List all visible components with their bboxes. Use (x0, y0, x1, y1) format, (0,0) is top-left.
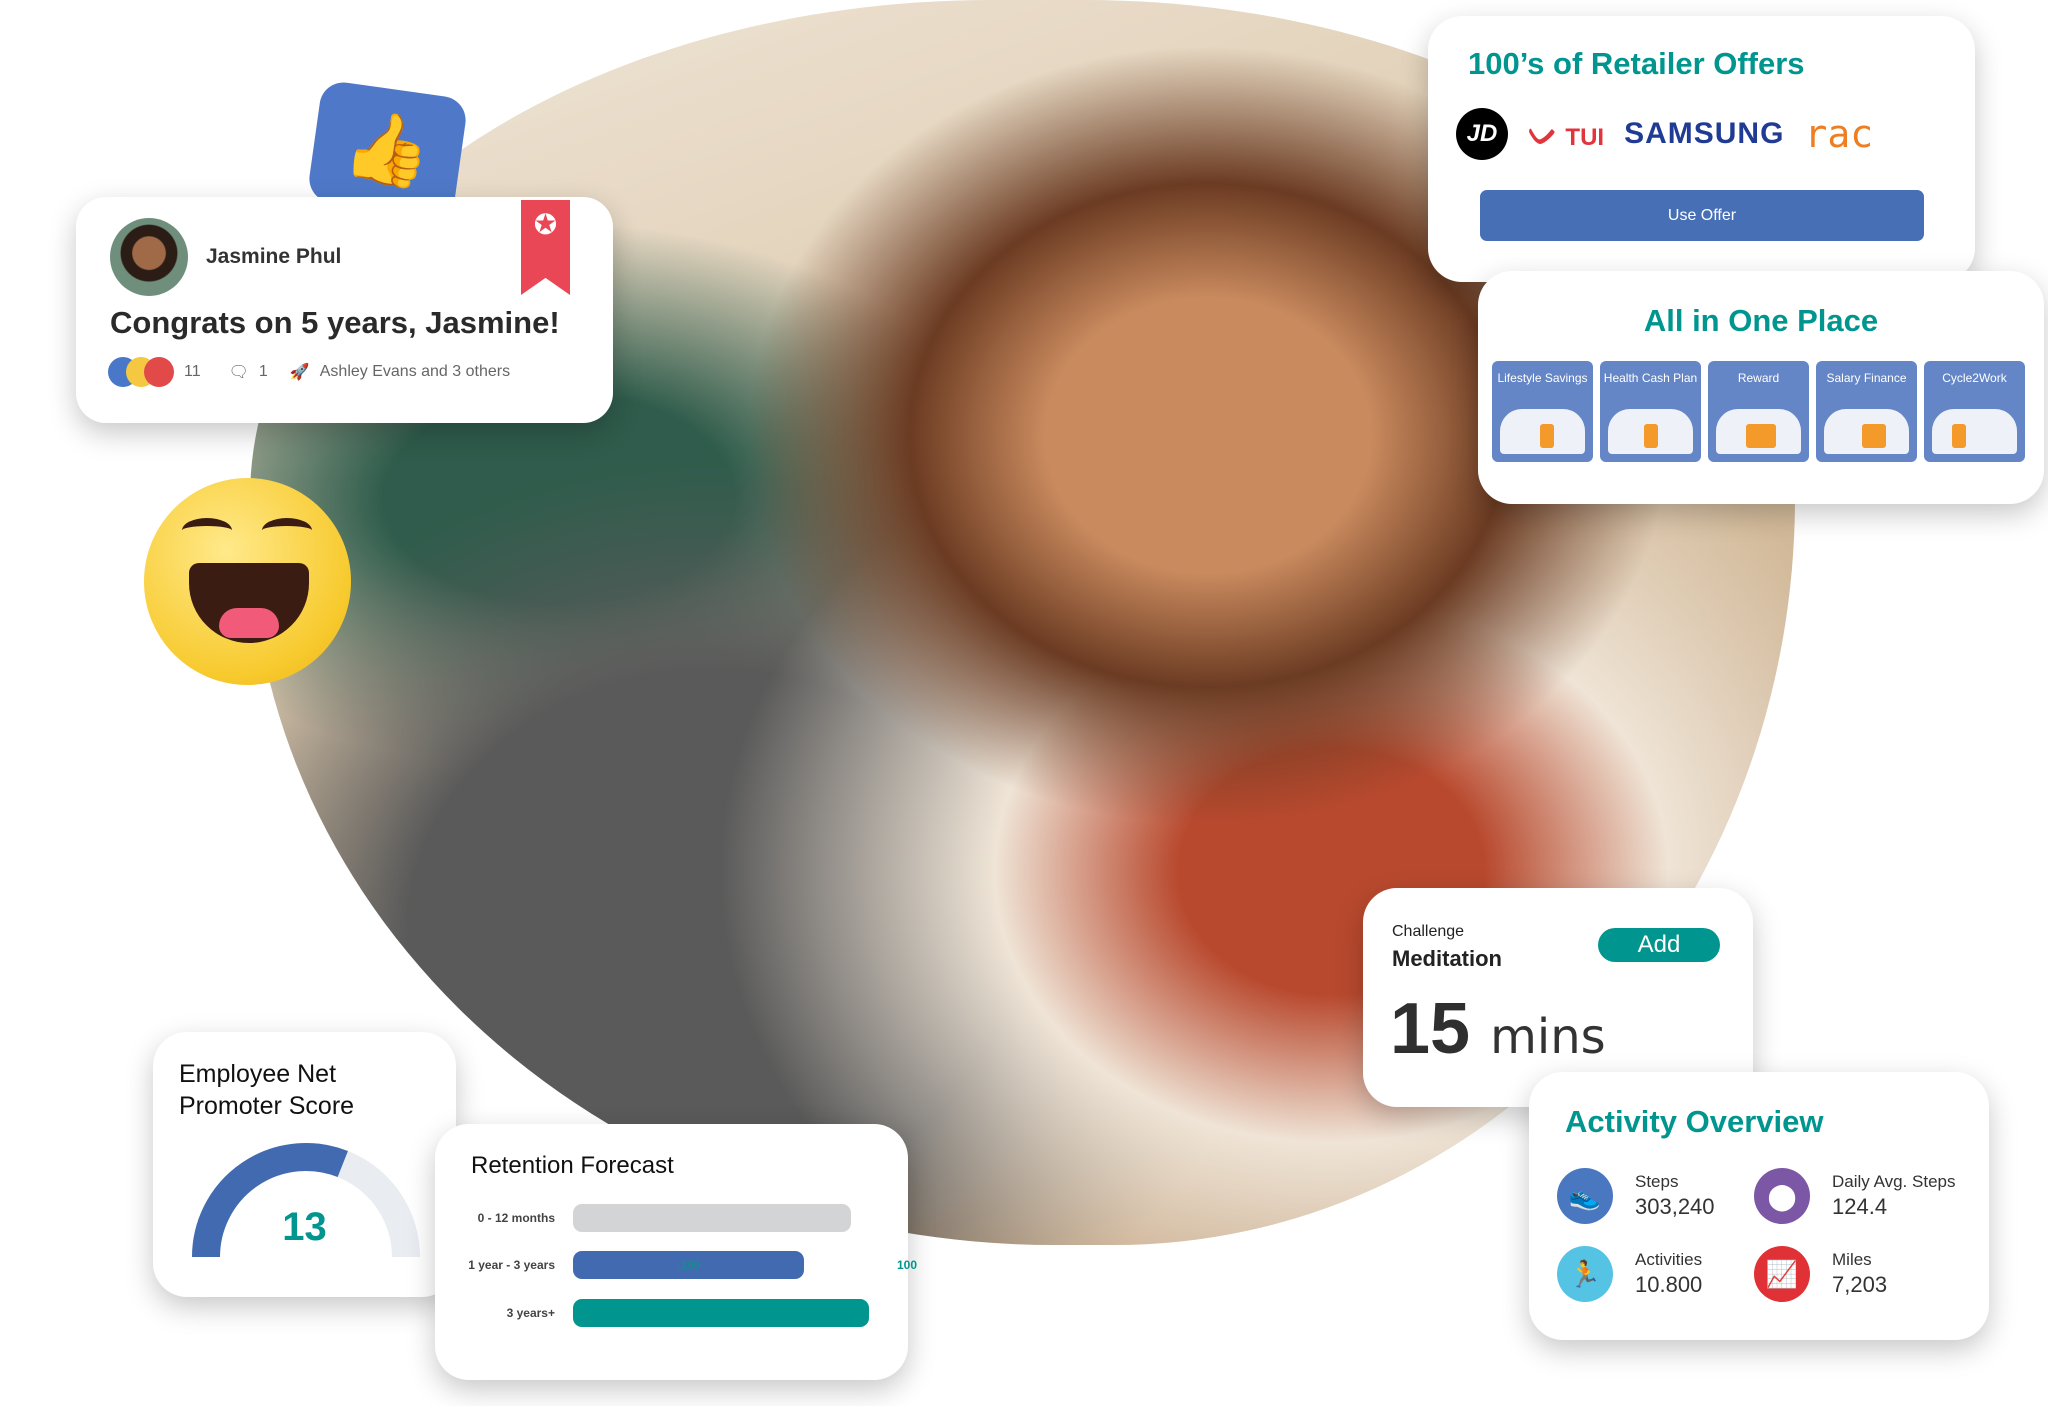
jd-logo[interactable]: JD (1456, 108, 1508, 160)
samsung-logo[interactable]: SAMSUNG (1624, 117, 1784, 151)
retention-bar: -100 (573, 1251, 804, 1279)
tui-logo[interactable]: ᨆ TUI (1528, 115, 1604, 154)
duration-unit: mins (1490, 1009, 1606, 1065)
retention-row: 0 - 12 months (435, 1204, 908, 1232)
running-person-icon: 🏃 (1557, 1246, 1613, 1302)
duration-value: 15 (1390, 989, 1471, 1069)
stat-activities: 🏃 Activities 10.800 (1557, 1246, 1702, 1302)
enps-title: Employee Net Promoter Score (179, 1060, 355, 1120)
tile-reward[interactable]: Reward (1708, 361, 1809, 462)
author-name[interactable]: Jasmine Phul (206, 245, 341, 269)
use-offer-button[interactable]: Use Offer (1480, 190, 1924, 241)
comment-icon[interactable]: 🗨 (229, 362, 249, 382)
post-message: Congrats on 5 years, Jasmine! (110, 305, 560, 340)
retention-bar (573, 1204, 852, 1232)
rocket-icon: 🚀 (289, 364, 310, 381)
tile-health-cash-plan[interactable]: Health Cash Plan (1600, 361, 1701, 462)
tile-salary-finance[interactable]: Salary Finance (1816, 361, 1917, 462)
location-pin-icon: ⬤ (1754, 1168, 1810, 1224)
bar-inner-label: -100 (676, 1258, 701, 1272)
stat-daily-avg-steps: ⬤ Daily Avg. Steps 124.4 (1754, 1168, 1955, 1224)
add-button[interactable]: Add (1598, 928, 1720, 962)
line-chart-icon: 📈 (1754, 1246, 1810, 1302)
stat-miles: 📈 Miles 7,203 (1754, 1246, 1887, 1302)
all-in-one-card: All in One Place Lifestyle Savings Healt… (1478, 271, 2044, 504)
retention-forecast-card: Retention Forecast 0 - 12 months 1 year … (435, 1124, 917, 1380)
award-ribbon-icon: ✪ (521, 200, 570, 295)
rac-logo[interactable]: RAC (1804, 112, 1873, 156)
retention-title: Retention Forecast (471, 1152, 674, 1179)
laughing-emoji-icon (144, 478, 351, 685)
shared-by[interactable]: Ashley Evans and 3 others (320, 363, 510, 381)
avatar[interactable] (110, 218, 188, 296)
comment-count: 1 (258, 363, 268, 380)
axis-label: 100 (897, 1258, 918, 1272)
recognition-post-card: Jasmine Phul ✪ Congrats on 5 years, Jasm… (76, 197, 613, 423)
retention-row: 1 year - 3 years -100 (435, 1251, 908, 1279)
all-in-one-title: All in One Place (1643, 303, 1879, 338)
reactions-icon[interactable] (108, 357, 174, 387)
challenge-name: Meditation (1392, 946, 1502, 971)
activity-title: Activity Overview (1565, 1104, 1824, 1139)
tile-lifestyle-savings[interactable]: Lifestyle Savings (1492, 361, 1593, 462)
activity-overview-card: Activity Overview 👟 Steps 303,240 ⬤ Daily… (1529, 1072, 1989, 1340)
stat-steps: 👟 Steps 303,240 (1557, 1168, 1715, 1224)
retention-bar (573, 1299, 869, 1327)
retention-row: 3 years+ (435, 1299, 908, 1327)
reaction-count: 11 (184, 363, 201, 380)
shoe-icon: 👟 (1557, 1168, 1613, 1224)
challenge-label: Challenge (1392, 923, 1465, 940)
tile-cycle2work[interactable]: Cycle2Work (1924, 361, 2025, 462)
enps-card: Employee Net Promoter Score 13 (153, 1032, 456, 1297)
retailer-offers-title: 100’s of Retailer Offers (1468, 46, 1805, 81)
enps-score: 13 (282, 1205, 327, 1249)
retailer-offers-card: 100’s of Retailer Offers JD ᨆ TUI SAMSUN… (1428, 16, 1975, 282)
